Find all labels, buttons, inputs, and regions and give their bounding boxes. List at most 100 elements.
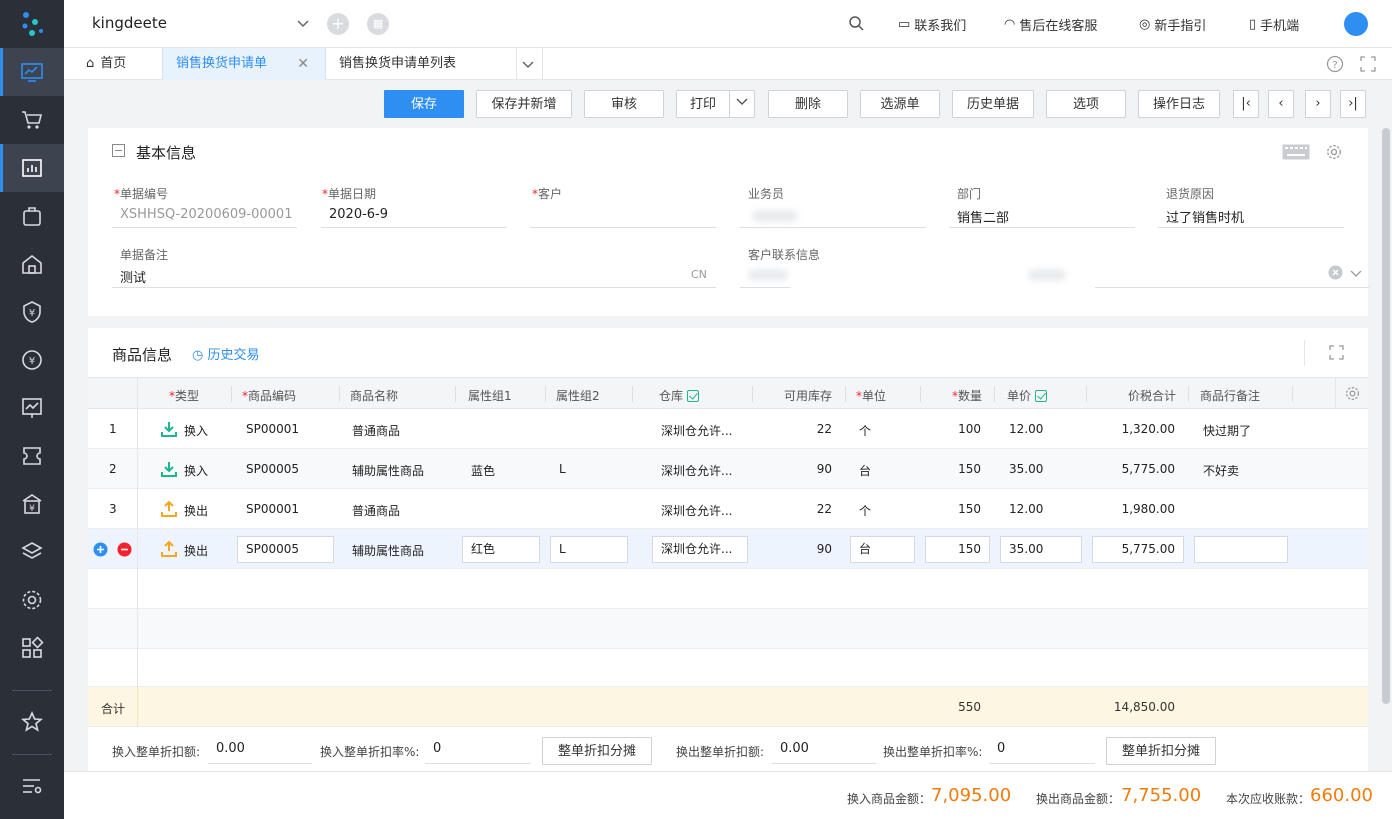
delete-row-icon[interactable] <box>117 542 132 557</box>
options-button[interactable]: 选项 <box>1046 90 1126 118</box>
kingdee-logo[interactable] <box>0 0 64 48</box>
chevron-down-icon[interactable] <box>521 57 535 71</box>
out-discount-amount-input[interactable]: 0.00 <box>780 741 809 756</box>
col-warehouse[interactable]: 仓库 <box>659 387 699 404</box>
salesman-field-blurred[interactable] <box>752 210 798 222</box>
warehouse-cell[interactable]: 深圳仓允许... <box>661 422 732 439</box>
history-bills-button[interactable]: 历史单据 <box>952 90 1034 118</box>
nav-bank[interactable]: ¥ <box>0 480 64 528</box>
in-discount-allocate-button[interactable]: 整单折扣分摊 <box>542 737 652 765</box>
col-attr2[interactable]: 属性组2 <box>556 387 600 404</box>
select-source-button[interactable]: 选源单 <box>860 90 940 118</box>
name-cell[interactable]: 普通商品 <box>352 502 400 519</box>
first-record-button[interactable]: |‹ <box>1233 90 1259 118</box>
col-code[interactable]: *商品编码 <box>242 387 296 404</box>
audit-button[interactable]: 审核 <box>584 90 664 118</box>
amount-cell[interactable]: 1,980.00 <box>1088 502 1175 516</box>
amount-input[interactable]: 5,775.00 <box>1092 536 1184 563</box>
qty-input[interactable]: 150 <box>925 536 990 563</box>
column-settings-icon[interactable] <box>1345 386 1360 401</box>
type-cell[interactable]: 换入 <box>184 422 208 439</box>
warehouse-cell[interactable]: 深圳仓允许... <box>661 462 732 479</box>
save-and-new-button[interactable]: 保存并新增 <box>476 90 572 118</box>
prev-record-button[interactable]: ‹ <box>1268 90 1294 118</box>
table-row[interactable]: 3 换出 SP00001 普通商品 深圳仓允许... 22 个 150 12.0… <box>88 489 1368 529</box>
type-cell[interactable]: 换出 <box>184 502 208 519</box>
amount-cell[interactable]: 1,320.00 <box>1088 422 1175 436</box>
print-dropdown-button[interactable] <box>729 90 755 118</box>
col-attr1[interactable]: 属性组1 <box>468 387 512 404</box>
price-cell[interactable]: 12.00 <box>1009 502 1043 516</box>
nav-apps[interactable] <box>0 624 64 672</box>
operation-log-button[interactable]: 操作日志 <box>1138 90 1220 118</box>
vertical-scrollbar[interactable] <box>1382 128 1390 704</box>
nav-warehouse[interactable] <box>0 240 64 288</box>
out-discount-allocate-button[interactable]: 整单折扣分摊 <box>1106 737 1216 765</box>
mobile-link[interactable]: ▯ 手机端 <box>1249 15 1299 34</box>
nav-cash[interactable]: ¥ <box>0 336 64 384</box>
nav-settings[interactable] <box>0 576 64 624</box>
col-note[interactable]: 商品行备注 <box>1200 387 1260 404</box>
type-cell[interactable]: 换入 <box>184 462 208 479</box>
note-input[interactable] <box>1194 536 1288 563</box>
reason-field[interactable]: 过了销售时机 <box>1166 207 1244 226</box>
price-input[interactable]: 35.00 <box>1000 536 1082 563</box>
attr2-input[interactable]: L <box>550 536 628 563</box>
clear-icon[interactable] <box>1328 265 1343 280</box>
unit-cell[interactable]: 个 <box>859 422 871 439</box>
nav-purchase[interactable] <box>0 96 64 144</box>
table-row[interactable]: 2 换入 SP00005 辅助属性商品 蓝色 L 深圳仓允许... 90 台 1… <box>88 449 1368 489</box>
unit-cell[interactable]: 台 <box>859 462 871 479</box>
remark-field[interactable]: 测试 <box>120 267 146 286</box>
language-tag[interactable]: CN <box>691 268 707 281</box>
col-name[interactable]: 商品名称 <box>350 387 398 404</box>
note-cell[interactable]: 快过期了 <box>1203 422 1251 439</box>
online-service-link[interactable]: ◠ 售后在线客服 <box>1004 15 1097 34</box>
tenant-name[interactable]: kingdeete <box>92 14 167 32</box>
nav-report[interactable] <box>0 384 64 432</box>
add-row-icon[interactable] <box>93 542 108 557</box>
print-button[interactable]: 打印 <box>676 90 730 118</box>
in-discount-amount-input[interactable]: 0.00 <box>216 741 245 756</box>
chevron-down-icon[interactable] <box>296 16 310 30</box>
customer-field[interactable] <box>530 227 716 228</box>
out-discount-rate-input[interactable]: 0 <box>997 741 1005 756</box>
guide-link[interactable]: ◎ 新手指引 <box>1139 15 1206 34</box>
col-amount[interactable]: 价税合计 <box>1128 387 1176 404</box>
unit-cell[interactable]: 个 <box>859 502 871 519</box>
contact-us-link[interactable]: ▭ 联系我们 <box>898 15 966 34</box>
name-cell[interactable]: 辅助属性商品 <box>352 462 424 479</box>
avatar[interactable] <box>1344 12 1368 36</box>
tab-home[interactable]: ⌂ 首页 <box>86 48 162 80</box>
gear-icon[interactable] <box>1326 144 1342 160</box>
qty-cell[interactable]: 150 <box>938 502 981 516</box>
dept-field[interactable]: 销售二部 <box>957 207 1009 226</box>
last-record-button[interactable]: ›| <box>1340 90 1366 118</box>
history-trade-link[interactable]: ◷ 历史交易 <box>192 344 260 363</box>
note-cell[interactable]: 不好卖 <box>1203 462 1239 479</box>
tab-exchange-request-list[interactable]: 销售换货申请单列表 <box>339 48 519 80</box>
nav-inventory[interactable] <box>0 192 64 240</box>
attr2-cell[interactable]: L <box>559 462 566 476</box>
type-cell[interactable]: 换出 <box>184 542 208 559</box>
attr1-input[interactable]: 红色 <box>462 536 540 563</box>
chevron-down-icon[interactable] <box>1350 267 1362 279</box>
col-unit[interactable]: *单位 <box>856 387 886 404</box>
help-icon[interactable]: ? <box>1326 55 1344 73</box>
save-button[interactable]: 保存 <box>384 90 464 118</box>
name-cell[interactable]: 辅助属性商品 <box>352 542 424 559</box>
nav-menu-config[interactable] <box>0 762 64 810</box>
collapse-icon[interactable] <box>112 144 125 157</box>
name-cell[interactable]: 普通商品 <box>352 422 400 439</box>
attr1-cell[interactable]: 蓝色 <box>471 462 495 479</box>
delete-button[interactable]: 删除 <box>768 90 848 118</box>
close-icon[interactable]: ✕ <box>297 48 309 80</box>
add-icon[interactable]: + <box>327 13 349 35</box>
empty-row[interactable] <box>88 649 1368 687</box>
nav-finance[interactable]: ¥ <box>0 288 64 336</box>
empty-row[interactable] <box>88 609 1368 649</box>
qty-cell[interactable]: 150 <box>938 462 981 476</box>
warehouse-cell[interactable]: 深圳仓允许... <box>661 502 732 519</box>
code-cell[interactable]: SP00001 <box>246 502 299 516</box>
table-row-selected[interactable]: 换出 SP00005 辅助属性商品 红色 L 深圳仓允许... 90 台 150… <box>88 529 1368 569</box>
